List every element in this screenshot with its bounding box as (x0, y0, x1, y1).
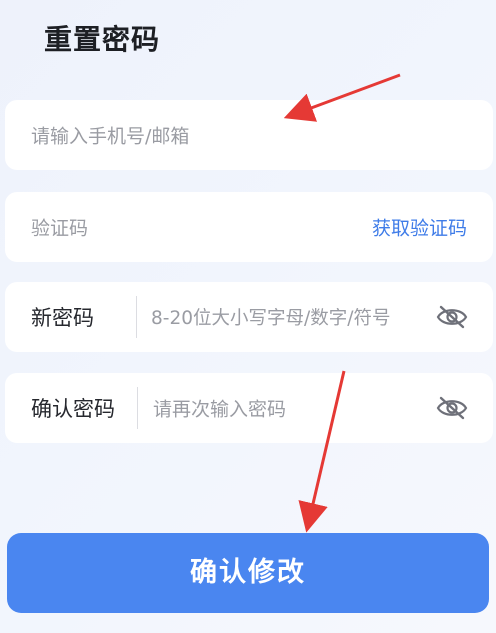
confirm-change-button[interactable]: 确认修改 (7, 533, 489, 613)
verification-code-field[interactable]: 验证码 获取验证码 (5, 192, 493, 262)
verification-code-placeholder: 验证码 (31, 217, 89, 240)
confirm-password-placeholder: 请再次输入密码 (153, 398, 287, 421)
account-field[interactable]: 请输入手机号/邮箱 (5, 100, 493, 170)
account-input-placeholder: 请输入手机号/邮箱 (31, 125, 190, 148)
new-password-label: 新密码 (31, 306, 94, 330)
new-password-field[interactable]: 新密码 8-20位大小写字母/数字/符号 (5, 282, 493, 352)
eye-slash-icon[interactable] (435, 304, 469, 330)
page-title: 重置密码 (44, 23, 161, 56)
confirm-password-label: 确认密码 (31, 397, 115, 421)
field-divider (136, 296, 137, 338)
new-password-placeholder: 8-20位大小写字母/数字/符号 (151, 308, 391, 329)
confirm-password-field[interactable]: 确认密码 请再次输入密码 (5, 373, 493, 443)
eye-slash-icon[interactable] (435, 395, 469, 421)
get-verification-code-button[interactable]: 获取验证码 (372, 214, 467, 241)
field-divider (137, 387, 138, 429)
